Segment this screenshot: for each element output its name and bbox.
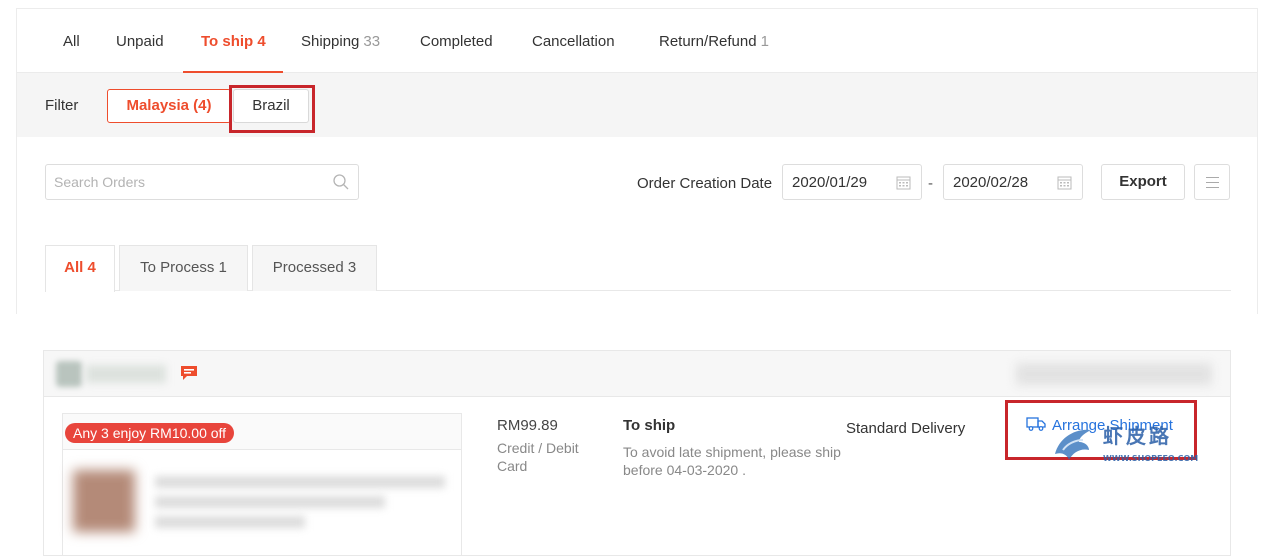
buyer-avatar — [56, 361, 82, 387]
payment-method: Credit / Debit Card — [497, 440, 579, 474]
status-tab-bar: All Unpaid To ship 4 Shipping 33 Complete… — [17, 9, 1257, 74]
tab-to-ship[interactable]: To ship 4 — [201, 33, 266, 50]
menu-lines-icon[interactable] — [1194, 164, 1230, 200]
tab-label: Shipping — [301, 33, 360, 50]
order-price: RM99.89 — [497, 417, 558, 434]
filter-malaysia-button[interactable]: Malaysia (4) — [107, 89, 231, 123]
truck-icon — [1026, 417, 1046, 431]
date-separator: - — [928, 175, 933, 192]
delivery-method: Standard Delivery — [846, 420, 966, 437]
product-title-redacted — [155, 496, 385, 508]
order-card: Any 3 enjoy RM10.00 off RM99.89 Credit /… — [43, 350, 1231, 556]
date-filter-label: Order Creation Date — [637, 175, 773, 192]
shipping-deadline-note: To avoid late shipment, please ship befo… — [623, 444, 841, 478]
tab-label: All — [63, 33, 80, 50]
product-title-redacted — [155, 476, 445, 488]
calendar-icon — [1057, 176, 1072, 190]
tab-count: 33 — [363, 33, 381, 50]
buyer-name-redacted — [86, 365, 166, 383]
search-input[interactable] — [54, 171, 324, 193]
filter-bar: Filter Malaysia (4) Brazil — [17, 73, 1257, 137]
subtab-processed[interactable]: Processed 3 — [252, 245, 377, 291]
chat-icon[interactable] — [179, 364, 199, 382]
product-variant-redacted — [155, 516, 305, 528]
sub-tab-bar: All 4 To Process 1 Processed 3 — [45, 245, 1231, 292]
tab-label: Unpaid — [116, 33, 164, 50]
product-thumbnail[interactable] — [73, 470, 135, 532]
export-button[interactable]: Export — [1101, 164, 1185, 200]
tab-count: 1 — [760, 33, 769, 50]
order-id-redacted — [1016, 363, 1212, 385]
subtab-all[interactable]: All 4 — [45, 245, 115, 292]
end-date-value: 2020/02/28 — [953, 174, 1029, 191]
search-icon[interactable] — [332, 173, 350, 191]
promo-strip: Any 3 enjoy RM10.00 off — [63, 414, 461, 450]
start-date-field[interactable]: 2020/01/29 — [782, 164, 922, 200]
tab-label: Cancellation — [532, 33, 615, 50]
start-date-value: 2020/01/29 — [792, 174, 868, 191]
arrange-shipment-label: Arrange Shipment — [1052, 417, 1173, 434]
tab-completed[interactable]: Completed — [420, 33, 493, 50]
orders-panel: All Unpaid To ship 4 Shipping 33 Complete… — [16, 8, 1258, 314]
subtab-to-process[interactable]: To Process 1 — [119, 245, 248, 291]
tab-label: Return/Refund — [659, 33, 757, 50]
end-date-field[interactable]: 2020/02/28 — [943, 164, 1083, 200]
calendar-icon — [896, 176, 911, 190]
tab-label: To ship 4 — [201, 33, 266, 50]
product-box: Any 3 enjoy RM10.00 off — [62, 413, 462, 556]
tab-shipping[interactable]: Shipping 33 — [301, 33, 380, 50]
shipping-status: To ship — [623, 417, 676, 434]
tab-return-refund[interactable]: Return/Refund 1 — [659, 33, 769, 50]
tab-all[interactable]: All — [63, 33, 80, 50]
promo-badge: Any 3 enjoy RM10.00 off — [65, 423, 235, 443]
filter-brazil-button[interactable]: Brazil — [233, 89, 309, 123]
tab-unpaid[interactable]: Unpaid — [116, 33, 164, 50]
filter-label: Filter — [45, 97, 79, 114]
arrange-shipment-button[interactable]: Arrange Shipment — [1026, 417, 1173, 434]
tab-label: Completed — [420, 33, 493, 50]
order-header — [44, 351, 1230, 397]
tab-cancellation[interactable]: Cancellation — [532, 33, 615, 50]
search-orders-box — [45, 164, 359, 200]
